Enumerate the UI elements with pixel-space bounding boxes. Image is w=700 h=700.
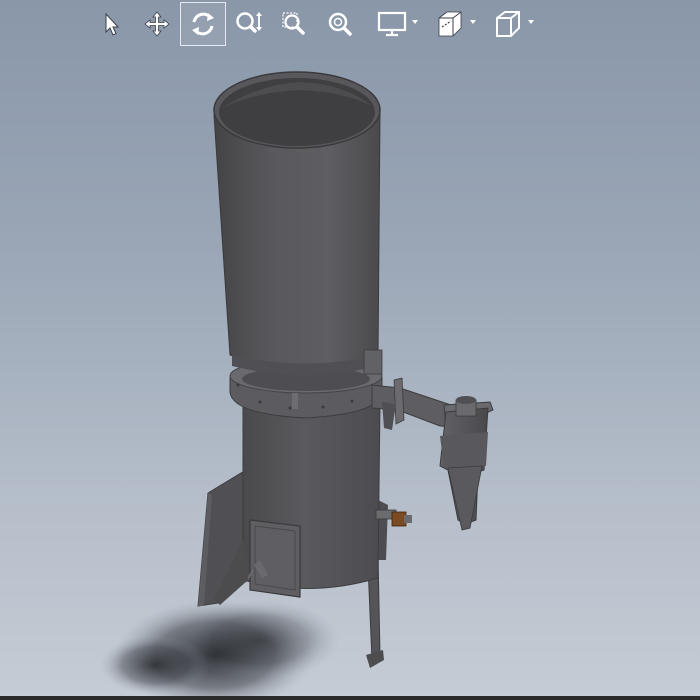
floor-shadow — [100, 600, 340, 700]
rear-leg — [378, 500, 388, 560]
3d-viewport[interactable] — [0, 0, 700, 700]
hopper-cylinder — [213, 71, 381, 375]
cyclone-separator — [439, 396, 494, 531]
inspection-door — [245, 519, 301, 598]
bottom-edge-strip — [0, 696, 700, 700]
3d-model-separator-assembly[interactable] — [0, 0, 700, 700]
hopper-inlet-stub — [363, 349, 383, 375]
